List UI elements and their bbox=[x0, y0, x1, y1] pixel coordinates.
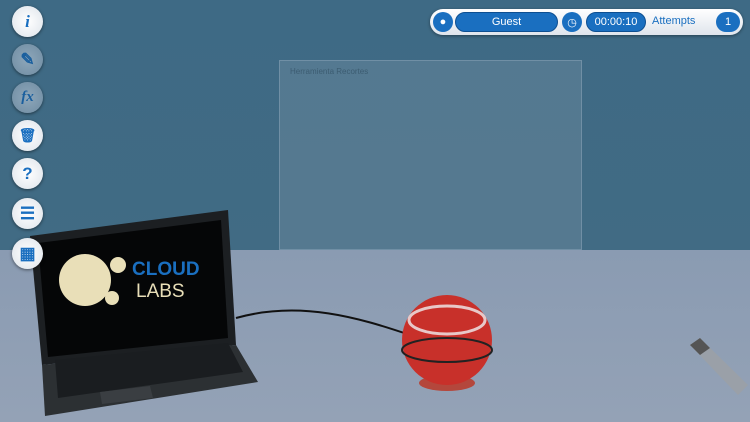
sensor-cable bbox=[235, 309, 411, 336]
logo-text-labs: LABS bbox=[136, 281, 185, 302]
attempts-count: 1 bbox=[716, 12, 740, 32]
logo-text-cloud: CLOUD bbox=[132, 259, 200, 280]
trash-icon: 🗑 bbox=[18, 127, 37, 143]
notebook-button[interactable]: ☰ bbox=[12, 198, 43, 229]
timer: 00:00:10 bbox=[586, 12, 646, 32]
laptop[interactable]: CLOUD LABS bbox=[30, 210, 258, 416]
calculator-button[interactable]: ▦ bbox=[12, 238, 43, 269]
help-button[interactable]: ? bbox=[12, 158, 43, 189]
function-button[interactable]: fx bbox=[12, 82, 43, 113]
user-name: Guest bbox=[455, 12, 558, 32]
flashlight-tool[interactable] bbox=[690, 338, 748, 395]
pencil-button[interactable]: ✎ bbox=[12, 44, 43, 75]
trash-button[interactable]: 🗑 bbox=[12, 120, 43, 151]
calculator-icon: ▦ bbox=[19, 243, 36, 263]
pencil-icon: ✎ bbox=[20, 49, 35, 69]
user-icon: ● bbox=[433, 12, 453, 32]
function-icon: fx bbox=[21, 89, 34, 105]
clock-icon: ◷ bbox=[562, 12, 582, 32]
status-bar: ● Guest ◷ 00:00:10 Attempts 1 bbox=[430, 9, 743, 35]
red-sphere-device[interactable] bbox=[401, 295, 493, 391]
help-icon: ? bbox=[22, 163, 33, 183]
info-button[interactable]: i bbox=[12, 6, 43, 37]
lab-scene: CLOUD LABS bbox=[30, 210, 748, 416]
info-icon: i bbox=[25, 11, 30, 31]
notebook-icon: ☰ bbox=[19, 203, 36, 223]
attempts-label: Attempts bbox=[652, 15, 696, 27]
